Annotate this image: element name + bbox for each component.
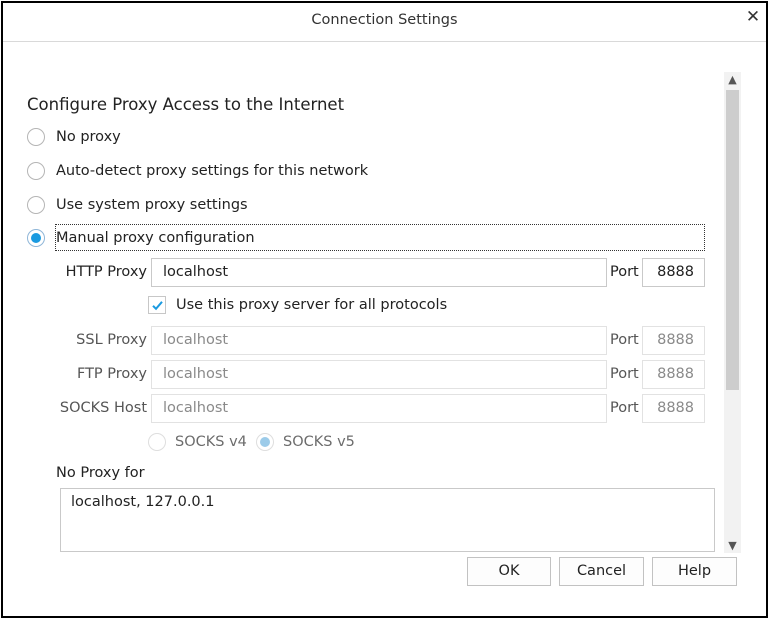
radio-manual-proxy[interactable]: Manual proxy configuration (27, 225, 255, 251)
ftp-proxy-input[interactable]: localhost (151, 360, 607, 389)
ssl-proxy-input[interactable]: localhost (151, 326, 607, 355)
no-proxy-textarea[interactable]: localhost, 127.0.0.1 (60, 488, 715, 552)
chevron-down-icon[interactable]: ▼ (724, 538, 741, 553)
radio-socks-v5[interactable]: SOCKS v5 (256, 430, 355, 454)
radio-button[interactable] (148, 433, 166, 451)
socks-host-label: SOCKS Host (59, 400, 147, 416)
ok-button[interactable]: OK (467, 557, 551, 586)
checkmark-icon (152, 301, 163, 311)
http-port-input[interactable]: 8888 (642, 258, 705, 287)
use-all-protocols-checkbox-row[interactable]: Use this proxy server for all protocols (148, 294, 447, 316)
use-all-protocols-checkbox[interactable] (148, 296, 166, 314)
radio-button[interactable] (27, 196, 45, 214)
radio-label-manual-proxy: Manual proxy configuration (56, 230, 255, 246)
ftp-port-label: Port (610, 366, 639, 382)
radio-button-selected[interactable] (27, 229, 45, 247)
radio-no-proxy[interactable]: No proxy (27, 124, 121, 150)
dialog-title: Connection Settings (311, 12, 458, 28)
socks-port-label: Port (610, 400, 639, 416)
socks-v4-label: SOCKS v4 (175, 434, 247, 450)
ssl-port-label: Port (610, 332, 639, 348)
section-heading: Configure Proxy Access to the Internet (27, 95, 345, 114)
radio-button-selected[interactable] (256, 433, 274, 451)
ssl-port-input[interactable]: 8888 (642, 326, 705, 355)
radio-button[interactable] (27, 128, 45, 146)
ftp-proxy-label: FTP Proxy (76, 366, 147, 382)
socks-host-input[interactable]: localhost (151, 394, 607, 423)
ssl-proxy-label: SSL Proxy (76, 332, 147, 348)
close-icon[interactable]: ✕ (745, 9, 761, 26)
radio-system-proxy[interactable]: Use system proxy settings (27, 192, 248, 218)
help-button[interactable]: Help (652, 557, 737, 586)
http-port-label: Port (610, 264, 639, 280)
radio-button[interactable] (27, 162, 45, 180)
connection-settings-dialog: Connection Settings ✕ Configure Proxy Ac… (1, 1, 768, 618)
radio-socks-v4[interactable]: SOCKS v4 (148, 430, 247, 454)
radio-auto-detect[interactable]: Auto-detect proxy settings for this netw… (27, 158, 368, 184)
ftp-port-input[interactable]: 8888 (642, 360, 705, 389)
http-proxy-label: HTTP Proxy (65, 264, 147, 280)
socks-port-input[interactable]: 8888 (642, 394, 705, 423)
socks-v5-label: SOCKS v5 (283, 434, 355, 450)
radio-label-no-proxy: No proxy (56, 129, 121, 145)
radio-label-system-proxy: Use system proxy settings (56, 197, 248, 213)
title-bar: Connection Settings ✕ (3, 3, 766, 42)
no-proxy-label: No Proxy for (56, 465, 145, 481)
http-proxy-input[interactable]: localhost (151, 258, 607, 287)
scrollbar-thumb[interactable] (726, 90, 739, 390)
vertical-scrollbar[interactable]: ▲ ▼ (724, 72, 741, 553)
use-all-protocols-label: Use this proxy server for all protocols (176, 297, 448, 313)
chevron-up-icon[interactable]: ▲ (724, 72, 741, 87)
cancel-button[interactable]: Cancel (559, 557, 644, 586)
radio-label-auto-detect: Auto-detect proxy settings for this netw… (56, 163, 369, 179)
dialog-content: Configure Proxy Access to the Internet N… (3, 42, 766, 616)
